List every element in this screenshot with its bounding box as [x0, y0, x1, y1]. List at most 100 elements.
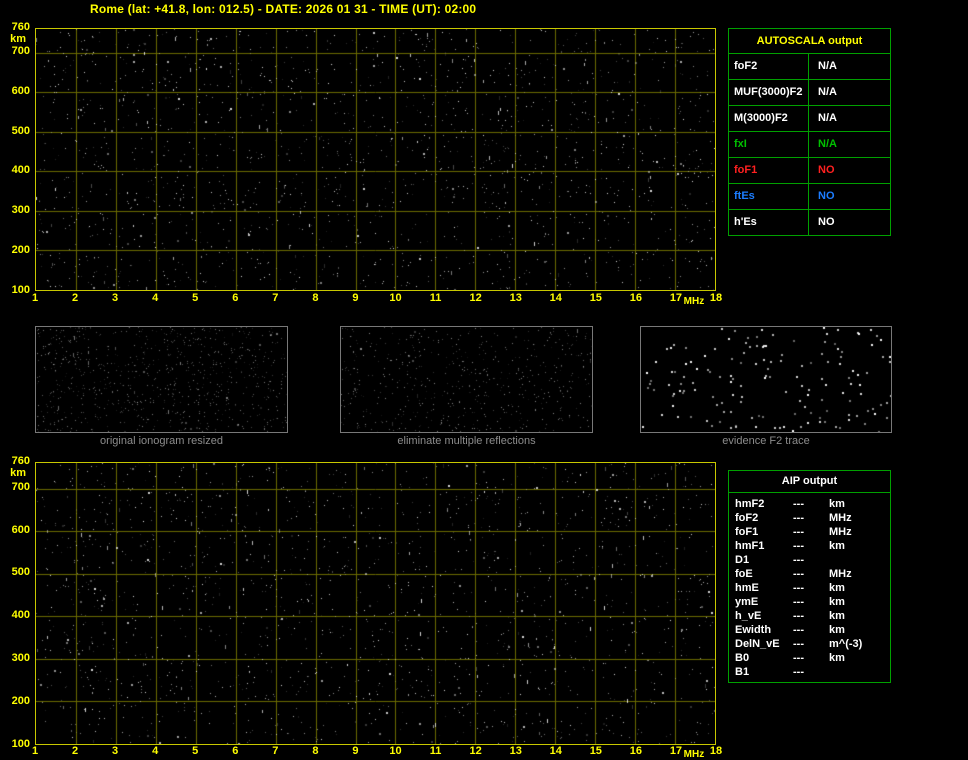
parameter-label: B0: [735, 652, 750, 664]
x-tick-label: 3: [112, 292, 119, 304]
parameter-value: NO: [818, 190, 835, 202]
y-tick-label: 200: [11, 695, 30, 708]
aip-output-table: AIP output hmF2 --- km foF2 --- MHz foF1 --- MHz…: [728, 470, 891, 683]
x-tick-label: 15: [589, 745, 602, 757]
table-row: ymE --- km: [729, 595, 890, 609]
table-row: MUF(3000)F2 N/A: [729, 80, 890, 106]
panel-caption-original: original ionogram resized: [100, 435, 223, 447]
y-tick-label: 400: [11, 609, 30, 622]
parameter-unit: MHz: [829, 526, 852, 538]
x-tick-label: 13: [509, 745, 522, 757]
parameter-value: N/A: [818, 112, 837, 124]
parameter-value: ---: [793, 666, 804, 678]
x-tick-label: 11: [429, 745, 442, 757]
table-row: foF2 --- MHz: [729, 511, 890, 525]
parameter-value: ---: [793, 540, 804, 552]
parameter-value: N/A: [818, 86, 837, 98]
x-tick-label: 5: [192, 745, 199, 757]
x-tick-label: 9: [352, 745, 359, 757]
y-tick-label: 500: [11, 124, 30, 137]
panel-eliminate-reflections: [340, 326, 593, 433]
table-row: ftEs NO: [729, 184, 890, 210]
parameter-value: ---: [793, 638, 804, 650]
x-tick-label: 8: [312, 745, 319, 757]
table-row: h'Es NO: [729, 210, 890, 235]
parameter-unit: km: [829, 652, 845, 664]
parameter-label: h'Es: [729, 210, 809, 235]
parameter-unit: km: [829, 540, 845, 552]
table-row: DelN_vE --- m^(-3): [729, 637, 890, 651]
x-tick-label: 7: [272, 292, 279, 304]
y-axis-unit-label: km: [10, 467, 26, 479]
table-row: hmE --- km: [729, 581, 890, 595]
parameter-value: ---: [793, 512, 804, 524]
y-tick-label: 100: [11, 738, 30, 750]
parameter-unit: km: [829, 498, 845, 510]
panel-evidence-f2-trace: [640, 326, 892, 433]
parameter-value: ---: [793, 582, 804, 594]
x-tick-label: 5: [192, 292, 199, 304]
y-tick-label: 300: [11, 204, 30, 217]
parameter-label: foF1: [735, 526, 759, 538]
top-ionogram-y-axis: 760 700 600 500 400 300 200 100 km: [0, 22, 33, 296]
y-tick-label: 200: [11, 244, 30, 257]
parameter-value: ---: [793, 568, 804, 580]
parameter-value: ---: [793, 652, 804, 664]
y-tick-label: 700: [11, 44, 30, 57]
panel-original-ionogram: [35, 326, 288, 433]
bottom-ionogram-x-axis: 1 2 3 4 5 6 7 8 9 10 11 12 13 14 15 16 17 18 MHz: [32, 745, 722, 760]
x-tick-label: 4: [152, 745, 159, 757]
parameter-label: hmF2: [735, 498, 765, 510]
x-tick-label: 7: [272, 745, 279, 757]
parameter-unit: MHz: [829, 512, 852, 524]
x-tick-label: 17: [669, 745, 683, 757]
table-row: foF1 --- MHz: [729, 525, 890, 539]
autoscala-output-table: AUTOSCALA output foF2 N/A MUF(3000)F2 N/A M(…: [728, 28, 891, 236]
parameter-value: N/A: [818, 60, 837, 72]
y-tick-label: 100: [11, 284, 30, 296]
parameter-label: hmE: [735, 582, 759, 594]
x-tick-label: 12: [469, 292, 482, 304]
panel-evidence-f2-trace-canvas: [641, 327, 891, 432]
parameter-unit: km: [829, 596, 845, 608]
table-row: foE --- MHz: [729, 567, 890, 581]
table-row: D1 ---: [729, 553, 890, 567]
page-title: Rome (lat: +41.8, lon: 012.5) - DATE: 20…: [90, 2, 477, 16]
x-tick-label: 6: [232, 292, 239, 304]
bottom-ionogram-canvas: [36, 463, 715, 744]
x-tick-label: 18: [709, 745, 723, 757]
x-tick-label: 13: [509, 292, 522, 304]
table-row: hmF2 --- km: [729, 497, 890, 511]
table-row: B1 ---: [729, 665, 890, 679]
table-row: foF1 NO: [729, 158, 890, 184]
x-tick-label: 4: [152, 292, 159, 304]
x-tick-label: 14: [549, 745, 562, 757]
y-tick-label: 760: [11, 21, 30, 33]
parameter-label: h_vE: [735, 610, 762, 622]
table-row: hmF1 --- km: [729, 539, 890, 553]
x-tick-label: 11: [429, 292, 442, 304]
y-tick-label: 600: [11, 84, 30, 97]
parameter-unit: [829, 553, 890, 567]
parameter-value: NO: [818, 164, 835, 176]
parameter-label: B1: [735, 666, 750, 678]
parameter-label: foF2: [735, 512, 759, 524]
parameter-value: ---: [793, 596, 804, 608]
y-tick-label: 700: [11, 480, 30, 493]
x-tick-label: 9: [352, 292, 359, 304]
parameter-unit: km: [829, 624, 845, 636]
table-row: h_vE --- km: [729, 609, 890, 623]
parameter-label: D1: [735, 554, 750, 566]
parameter-label: foF1: [729, 158, 809, 183]
parameter-value: ---: [793, 610, 804, 622]
x-tick-label: 3: [112, 745, 119, 757]
bottom-ionogram-plot: [35, 462, 716, 745]
x-tick-label: 16: [629, 745, 642, 757]
parameter-value: ---: [793, 498, 804, 510]
x-tick-label: 10: [389, 745, 402, 757]
panel-original-ionogram-canvas: [36, 327, 287, 432]
parameter-label: ymE: [735, 596, 759, 608]
parameter-unit: m^(-3): [829, 638, 863, 650]
x-tick-label: 15: [589, 292, 602, 304]
x-tick-label: 1: [31, 292, 39, 304]
